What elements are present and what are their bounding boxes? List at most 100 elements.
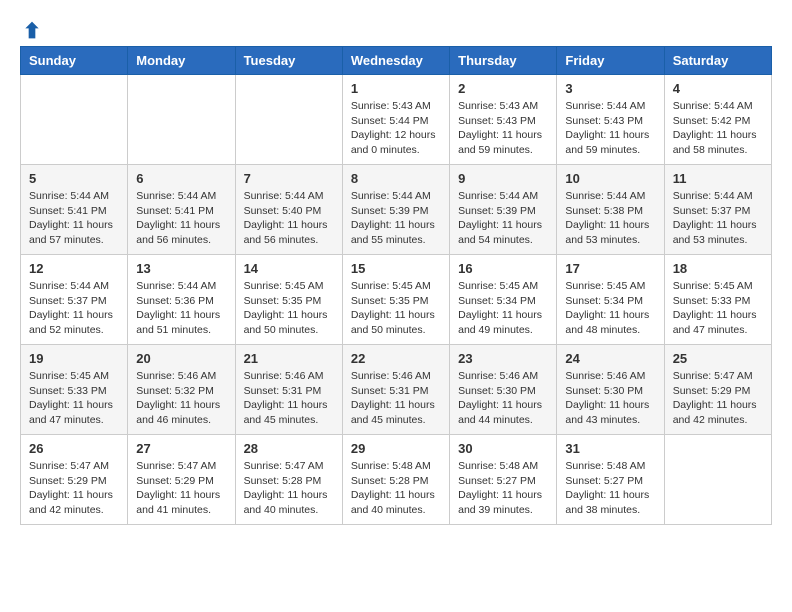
day-number: 13	[136, 261, 226, 276]
calendar-week-row: 19 Sunrise: 5:45 AM Sunset: 5:33 PM Dayli…	[21, 345, 772, 435]
weekday-header-tuesday: Tuesday	[235, 47, 342, 75]
day-info: Sunrise: 5:48 AM Sunset: 5:27 PM Dayligh…	[565, 459, 655, 518]
day-info: Sunrise: 5:43 AM Sunset: 5:43 PM Dayligh…	[458, 99, 548, 158]
page-header	[20, 20, 772, 36]
day-number: 22	[351, 351, 441, 366]
day-number: 5	[29, 171, 119, 186]
day-info: Sunrise: 5:45 AM Sunset: 5:34 PM Dayligh…	[565, 279, 655, 338]
day-number: 15	[351, 261, 441, 276]
day-number: 1	[351, 81, 441, 96]
calendar-cell: 29 Sunrise: 5:48 AM Sunset: 5:28 PM Dayli…	[342, 435, 449, 525]
weekday-header-sunday: Sunday	[21, 47, 128, 75]
day-number: 21	[244, 351, 334, 366]
day-info: Sunrise: 5:47 AM Sunset: 5:28 PM Dayligh…	[244, 459, 334, 518]
calendar-cell: 9 Sunrise: 5:44 AM Sunset: 5:39 PM Daylig…	[450, 165, 557, 255]
day-number: 11	[673, 171, 763, 186]
day-number: 8	[351, 171, 441, 186]
day-number: 30	[458, 441, 548, 456]
day-number: 14	[244, 261, 334, 276]
calendar-cell: 8 Sunrise: 5:44 AM Sunset: 5:39 PM Daylig…	[342, 165, 449, 255]
day-info: Sunrise: 5:46 AM Sunset: 5:31 PM Dayligh…	[351, 369, 441, 428]
day-info: Sunrise: 5:46 AM Sunset: 5:32 PM Dayligh…	[136, 369, 226, 428]
day-info: Sunrise: 5:45 AM Sunset: 5:33 PM Dayligh…	[29, 369, 119, 428]
day-info: Sunrise: 5:44 AM Sunset: 5:36 PM Dayligh…	[136, 279, 226, 338]
calendar-cell: 26 Sunrise: 5:47 AM Sunset: 5:29 PM Dayli…	[21, 435, 128, 525]
calendar-cell: 16 Sunrise: 5:45 AM Sunset: 5:34 PM Dayli…	[450, 255, 557, 345]
day-number: 26	[29, 441, 119, 456]
day-info: Sunrise: 5:44 AM Sunset: 5:41 PM Dayligh…	[136, 189, 226, 248]
day-info: Sunrise: 5:44 AM Sunset: 5:39 PM Dayligh…	[458, 189, 548, 248]
calendar-cell: 15 Sunrise: 5:45 AM Sunset: 5:35 PM Dayli…	[342, 255, 449, 345]
calendar-cell: 1Sunrise: 5:43 AM Sunset: 5:44 PM Daylig…	[342, 75, 449, 165]
day-info: Sunrise: 5:47 AM Sunset: 5:29 PM Dayligh…	[136, 459, 226, 518]
calendar-cell: 2 Sunrise: 5:43 AM Sunset: 5:43 PM Daylig…	[450, 75, 557, 165]
day-info: Sunrise: 5:48 AM Sunset: 5:27 PM Dayligh…	[458, 459, 548, 518]
logo	[20, 20, 42, 36]
calendar-cell: 30 Sunrise: 5:48 AM Sunset: 5:27 PM Dayli…	[450, 435, 557, 525]
day-info: Sunrise: 5:44 AM Sunset: 5:37 PM Dayligh…	[673, 189, 763, 248]
calendar-cell	[21, 75, 128, 165]
calendar-cell: 27 Sunrise: 5:47 AM Sunset: 5:29 PM Dayli…	[128, 435, 235, 525]
day-number: 12	[29, 261, 119, 276]
day-number: 17	[565, 261, 655, 276]
calendar-cell: 3 Sunrise: 5:44 AM Sunset: 5:43 PM Daylig…	[557, 75, 664, 165]
day-info: Sunrise: 5:44 AM Sunset: 5:43 PM Dayligh…	[565, 99, 655, 158]
weekday-header-friday: Friday	[557, 47, 664, 75]
day-number: 6	[136, 171, 226, 186]
day-number: 19	[29, 351, 119, 366]
calendar-cell: 25Sunrise: 5:47 AM Sunset: 5:29 PM Dayli…	[664, 345, 771, 435]
calendar-header-row: SundayMondayTuesdayWednesdayThursdayFrid…	[21, 47, 772, 75]
day-info: Sunrise: 5:48 AM Sunset: 5:28 PM Dayligh…	[351, 459, 441, 518]
day-number: 23	[458, 351, 548, 366]
day-number: 24	[565, 351, 655, 366]
day-info: Sunrise: 5:44 AM Sunset: 5:42 PM Dayligh…	[673, 99, 763, 158]
day-info: Sunrise: 5:46 AM Sunset: 5:30 PM Dayligh…	[458, 369, 548, 428]
calendar-cell: 18 Sunrise: 5:45 AM Sunset: 5:33 PM Dayli…	[664, 255, 771, 345]
day-number: 9	[458, 171, 548, 186]
day-info: Sunrise: 5:47 AM Sunset: 5:29 PM Dayligh…	[29, 459, 119, 518]
calendar-cell: 10Sunrise: 5:44 AM Sunset: 5:38 PM Dayli…	[557, 165, 664, 255]
calendar-cell: 24 Sunrise: 5:46 AM Sunset: 5:30 PM Dayli…	[557, 345, 664, 435]
day-info: Sunrise: 5:44 AM Sunset: 5:37 PM Dayligh…	[29, 279, 119, 338]
day-number: 29	[351, 441, 441, 456]
day-info: Sunrise: 5:46 AM Sunset: 5:30 PM Dayligh…	[565, 369, 655, 428]
day-info: Sunrise: 5:45 AM Sunset: 5:34 PM Dayligh…	[458, 279, 548, 338]
day-info: Sunrise: 5:44 AM Sunset: 5:41 PM Dayligh…	[29, 189, 119, 248]
calendar-cell: 17 Sunrise: 5:45 AM Sunset: 5:34 PM Dayli…	[557, 255, 664, 345]
day-info: Sunrise: 5:47 AM Sunset: 5:29 PM Dayligh…	[673, 369, 763, 428]
day-info: Sunrise: 5:45 AM Sunset: 5:35 PM Dayligh…	[351, 279, 441, 338]
calendar-cell	[664, 435, 771, 525]
weekday-header-thursday: Thursday	[450, 47, 557, 75]
calendar-week-row: 5 Sunrise: 5:44 AM Sunset: 5:41 PM Daylig…	[21, 165, 772, 255]
calendar-cell: 22 Sunrise: 5:46 AM Sunset: 5:31 PM Dayli…	[342, 345, 449, 435]
day-number: 7	[244, 171, 334, 186]
calendar-cell: 31Sunrise: 5:48 AM Sunset: 5:27 PM Dayli…	[557, 435, 664, 525]
calendar-week-row: 26 Sunrise: 5:47 AM Sunset: 5:29 PM Dayli…	[21, 435, 772, 525]
day-number: 4	[673, 81, 763, 96]
day-number: 3	[565, 81, 655, 96]
day-number: 2	[458, 81, 548, 96]
day-info: Sunrise: 5:46 AM Sunset: 5:31 PM Dayligh…	[244, 369, 334, 428]
calendar-cell: 12 Sunrise: 5:44 AM Sunset: 5:37 PM Dayli…	[21, 255, 128, 345]
calendar-cell: 14Sunrise: 5:45 AM Sunset: 5:35 PM Dayli…	[235, 255, 342, 345]
calendar-cell: 4 Sunrise: 5:44 AM Sunset: 5:42 PM Daylig…	[664, 75, 771, 165]
calendar-cell: 7Sunrise: 5:44 AM Sunset: 5:40 PM Daylig…	[235, 165, 342, 255]
calendar-cell: 28 Sunrise: 5:47 AM Sunset: 5:28 PM Dayli…	[235, 435, 342, 525]
calendar-cell	[128, 75, 235, 165]
calendar-cell: 21 Sunrise: 5:46 AM Sunset: 5:31 PM Dayli…	[235, 345, 342, 435]
calendar-cell: 5 Sunrise: 5:44 AM Sunset: 5:41 PM Daylig…	[21, 165, 128, 255]
day-number: 27	[136, 441, 226, 456]
calendar-week-row: 1Sunrise: 5:43 AM Sunset: 5:44 PM Daylig…	[21, 75, 772, 165]
day-info: Sunrise: 5:45 AM Sunset: 5:33 PM Dayligh…	[673, 279, 763, 338]
day-number: 18	[673, 261, 763, 276]
calendar-week-row: 12 Sunrise: 5:44 AM Sunset: 5:37 PM Dayli…	[21, 255, 772, 345]
weekday-header-wednesday: Wednesday	[342, 47, 449, 75]
day-number: 28	[244, 441, 334, 456]
calendar-cell: 13 Sunrise: 5:44 AM Sunset: 5:36 PM Dayli…	[128, 255, 235, 345]
calendar: SundayMondayTuesdayWednesdayThursdayFrid…	[20, 46, 772, 525]
day-info: Sunrise: 5:44 AM Sunset: 5:38 PM Dayligh…	[565, 189, 655, 248]
day-number: 16	[458, 261, 548, 276]
logo-icon	[22, 20, 42, 40]
calendar-cell: 19 Sunrise: 5:45 AM Sunset: 5:33 PM Dayli…	[21, 345, 128, 435]
day-info: Sunrise: 5:44 AM Sunset: 5:39 PM Dayligh…	[351, 189, 441, 248]
